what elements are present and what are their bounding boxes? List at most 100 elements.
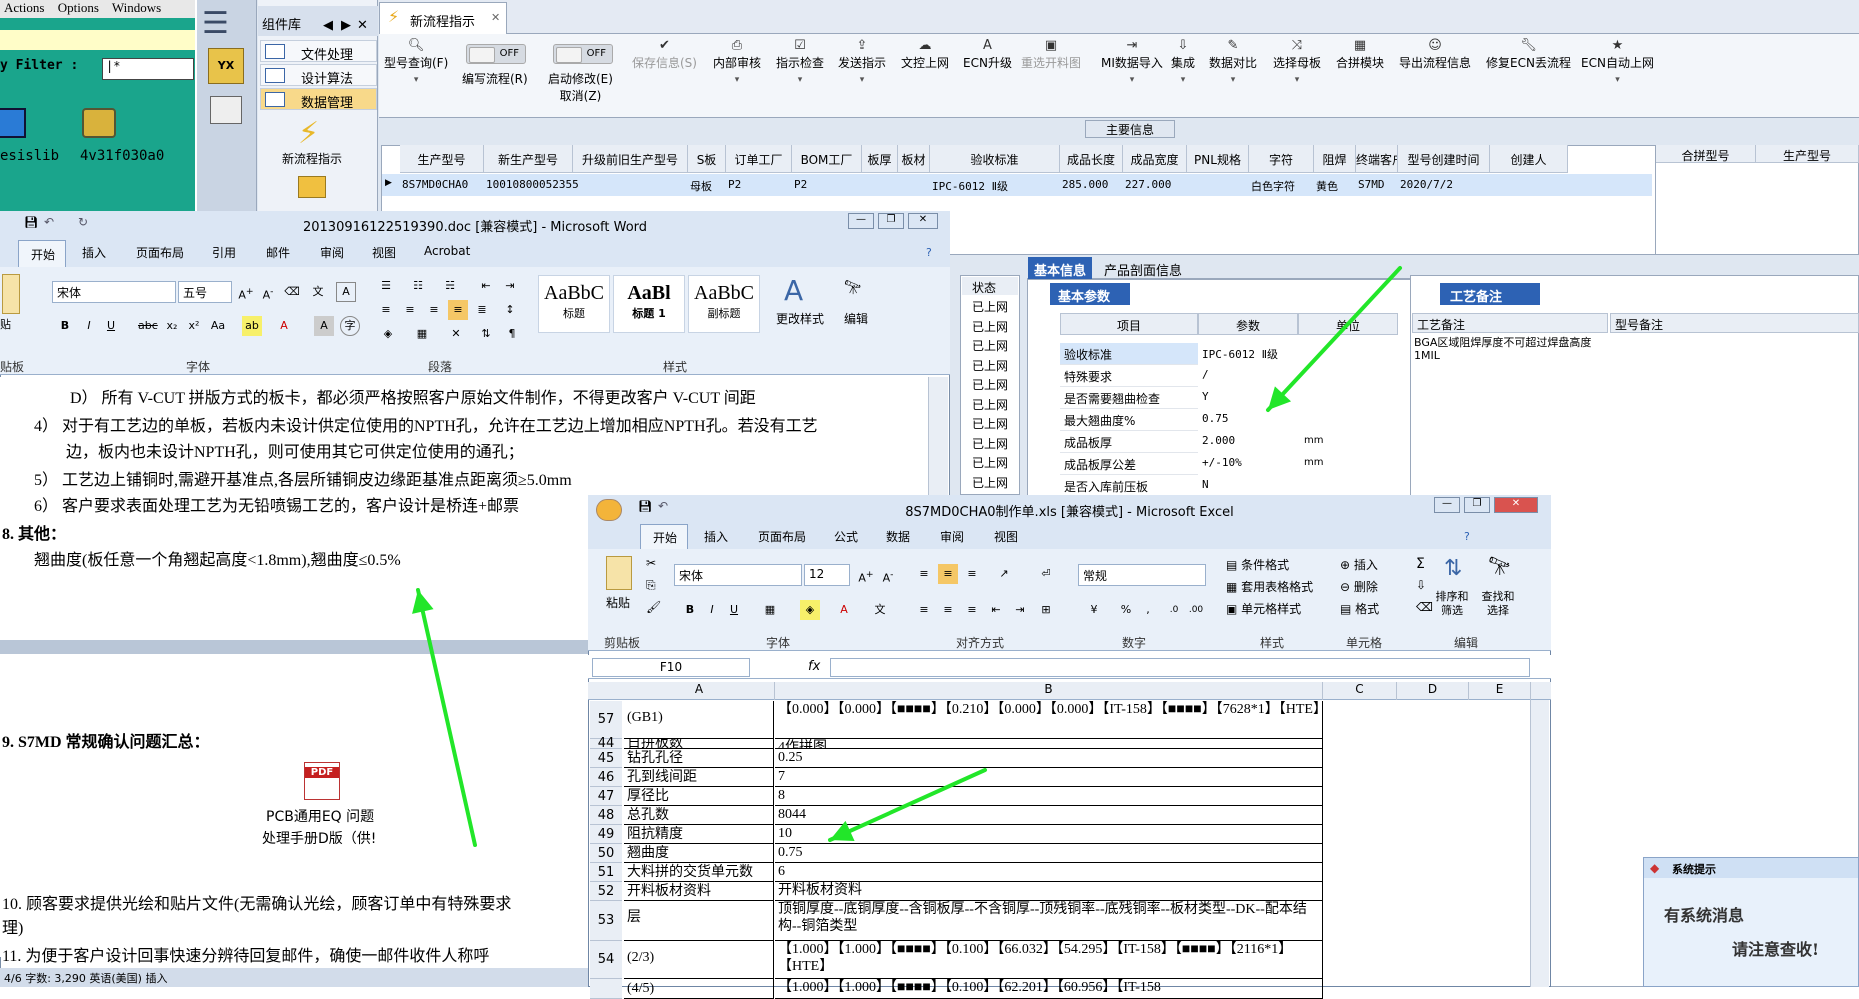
row-number[interactable]: 45 — [590, 749, 622, 768]
lightning-icon[interactable]: ⚡ — [298, 116, 319, 151]
row-number[interactable]: 52 — [590, 882, 622, 901]
arrow-left-icon[interactable]: ◀ — [323, 18, 333, 33]
redo-icon[interactable]: ↻ — [78, 215, 88, 229]
grow-font-icon[interactable]: A+ — [856, 565, 876, 585]
paste-label[interactable]: 贴 — [0, 316, 11, 332]
grid-header[interactable]: 型号创建时间 — [1398, 145, 1490, 173]
kv-value[interactable]: 0.75 — [1198, 409, 1233, 431]
grid-cell[interactable] — [1490, 175, 1568, 195]
cell-b[interactable]: 6 — [775, 863, 1323, 882]
cell-a[interactable]: 孔到线间距 — [624, 768, 774, 787]
kv-item[interactable]: 最大翘曲度% — [1060, 409, 1198, 431]
close-icon[interactable]: ✕ — [357, 18, 368, 33]
grid-cell[interactable]: 227.000 — [1123, 175, 1187, 195]
font-size-select[interactable]: 五号 — [178, 281, 232, 303]
justify-icon[interactable]: ≡ — [448, 300, 468, 320]
save-info-button[interactable]: ✔ 保存信息(S) — [632, 38, 697, 71]
kv-value[interactable]: N — [1198, 475, 1213, 497]
percent-icon[interactable]: % — [1116, 600, 1136, 620]
decrease-decimal-icon[interactable]: .00 — [1186, 600, 1206, 620]
row-number[interactable]: 47 — [590, 787, 622, 806]
style-heading1[interactable]: AaBl 标题 1 — [613, 275, 685, 333]
comma-icon[interactable]: , — [1138, 600, 1158, 620]
cell-a[interactable]: 日拼板数 — [624, 739, 774, 749]
cell-b[interactable]: 0.75 — [775, 844, 1323, 863]
save-icon[interactable]: 💾︎ — [24, 216, 38, 229]
row-number[interactable]: 44 — [590, 737, 622, 750]
excel-tab-insert[interactable]: 插入 — [704, 528, 728, 545]
word-tab-references[interactable]: 引用 — [212, 244, 236, 261]
show-marks-icon[interactable]: ¶ — [502, 324, 522, 344]
tab-craft-note[interactable]: 工艺备注 — [1440, 283, 1540, 305]
numbering-icon[interactable]: ☷ — [408, 276, 428, 296]
borders-icon[interactable]: ▦ — [760, 600, 780, 620]
status-cell[interactable]: 已上网 — [972, 454, 1008, 471]
currency-icon[interactable]: ¥ — [1084, 600, 1104, 620]
delete-cells-button[interactable]: ⊖ 删除 — [1340, 578, 1378, 595]
grid-cell[interactable] — [573, 175, 688, 195]
grid-header[interactable]: 验收标准 — [930, 145, 1060, 173]
word-tab-acrobat[interactable]: Acrobat — [424, 244, 470, 258]
excel-scrollbar[interactable] — [1530, 700, 1549, 987]
grid-header[interactable]: 生产型号 — [400, 145, 484, 173]
status-cell[interactable]: 已上网 — [972, 376, 1008, 393]
increase-indent-icon[interactable]: ⇥ — [1010, 600, 1030, 620]
word-tab-insert[interactable]: 插入 — [82, 244, 106, 261]
office-button-icon[interactable] — [596, 499, 622, 521]
start-edit-toggle[interactable]: OFF — [553, 44, 613, 64]
align-top-icon[interactable]: ≡ — [914, 564, 934, 584]
kv-header-value[interactable]: 参数 — [1198, 313, 1298, 335]
kv-item[interactable]: 成品板厚 — [1060, 431, 1198, 453]
clipboard-icon[interactable] — [2, 274, 20, 314]
cell-b[interactable]: 8 — [775, 787, 1323, 806]
grid-header[interactable]: 字符 — [1249, 145, 1314, 173]
font-color-icon[interactable]: A — [274, 316, 294, 336]
status-cell[interactable]: 已上网 — [972, 318, 1008, 335]
insert-cells-button[interactable]: ⊕ 插入 — [1340, 556, 1378, 573]
ecn-upgrade-button[interactable]: A ECN升级 — [963, 38, 1012, 71]
cell-b[interactable]: 8044 — [775, 806, 1323, 825]
cell-b[interactable]: 10 — [775, 825, 1323, 844]
hamburger-menu-icon[interactable]: ☰ — [202, 6, 250, 41]
cell-a[interactable]: (4/5) — [624, 979, 774, 999]
align-bottom-icon[interactable]: ≡ — [962, 564, 982, 584]
cell-b[interactable]: 【1.000】【1.000】【■■■■】【0.100】【66.032】【54.2… — [775, 941, 1323, 979]
copy-icon[interactable]: ⎘ — [646, 578, 656, 593]
change-styles-icon[interactable]: A — [784, 274, 803, 307]
column-header-a[interactable]: A — [624, 682, 775, 700]
fill-color-icon[interactable]: ◈ — [800, 600, 820, 620]
subscript-icon[interactable]: x₂ — [162, 316, 182, 336]
undo-icon[interactable]: ↶ — [44, 215, 54, 229]
cell-style-button[interactable]: ▣ 单元格样式 — [1226, 600, 1301, 617]
font-name-select[interactable]: 宋体 — [52, 281, 176, 303]
enclose-char-icon[interactable]: 字 — [340, 316, 360, 336]
kv-item[interactable]: 特殊要求 — [1060, 365, 1198, 387]
superscript-icon[interactable]: x² — [184, 316, 204, 336]
cell-a[interactable]: 总孔数 — [624, 806, 774, 825]
kv-value[interactable]: / — [1198, 365, 1213, 387]
grid-cell[interactable]: 8S7MD0CHA0 — [400, 175, 484, 195]
arrow-right-icon[interactable]: ▶ — [341, 18, 351, 33]
format-cells-button[interactable]: ▤ 格式 — [1340, 600, 1379, 617]
binoculars-icon[interactable]: 🔭︎ — [1488, 556, 1511, 577]
cell-a[interactable]: (2/3) — [624, 941, 774, 979]
kv-value[interactable]: 2.000 — [1198, 431, 1239, 453]
cell-a[interactable]: 开料板材资料 — [624, 882, 774, 901]
filter-input[interactable]: |* — [102, 58, 194, 80]
shrink-font-icon[interactable]: A- — [878, 565, 898, 585]
format-table-button[interactable]: ▦ 套用表格格式 — [1226, 578, 1313, 595]
craft-header[interactable]: 工艺备注 — [1412, 313, 1608, 333]
cell-b[interactable]: 【1.000】【1.000】【■■■■】【0.100】【62.201】【60.9… — [775, 979, 1323, 999]
sort-icon[interactable]: ⇅ — [476, 324, 496, 344]
excel-tab-layout[interactable]: 页面布局 — [758, 528, 806, 545]
phonetic-icon[interactable]: 文 — [308, 282, 328, 302]
paste-label[interactable]: 粘贴 — [606, 594, 630, 611]
strikethrough-icon[interactable]: abc — [137, 316, 158, 336]
status-header[interactable]: 状态 — [962, 277, 1018, 295]
sort-filter-icon[interactable]: ⇅ — [1444, 556, 1462, 581]
component-item-data[interactable]: 数据管理 — [260, 88, 377, 111]
binoculars-icon[interactable]: 🔭︎ — [844, 280, 862, 296]
grid-header[interactable]: 创建人 — [1490, 145, 1568, 173]
component-item-files[interactable]: 文件处理 — [260, 40, 377, 63]
decrease-indent-icon[interactable]: ⇤ — [986, 600, 1006, 620]
